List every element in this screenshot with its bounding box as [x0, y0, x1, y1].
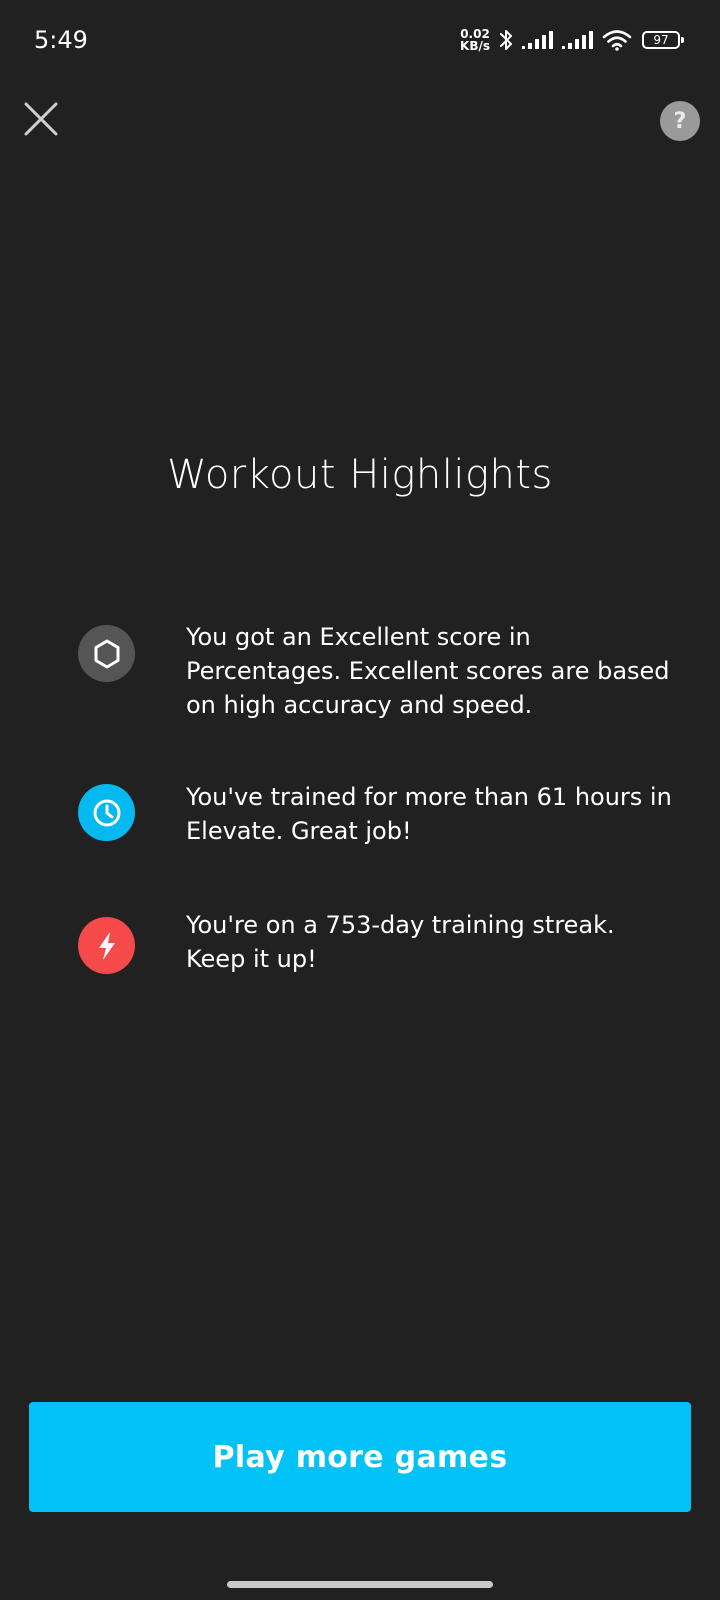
status-bar: 5:49 0.02 KB/s 97 [0, 0, 720, 80]
network-speed: 0.02 KB/s [460, 28, 490, 52]
highlight-text: You've trained for more than 61 hours in… [186, 783, 672, 845]
signal-strength-icon [522, 30, 554, 50]
battery-icon: 97 [642, 31, 684, 49]
close-icon [24, 102, 58, 140]
hexagon-icon [78, 625, 135, 682]
help-button[interactable]: ? [660, 101, 700, 141]
play-more-games-button[interactable]: Play more games [29, 1402, 691, 1512]
status-icons: 0.02 KB/s 97 [460, 24, 684, 56]
wifi-icon [602, 29, 632, 51]
workout-highlights-screen: 5:49 0.02 KB/s 97 ? Workout Highlights Y… [0, 0, 720, 1600]
bluetooth-icon [498, 27, 514, 53]
page-title: Workout Highlights [167, 452, 553, 498]
highlight-text: You got an Excellent score in Percentage… [186, 623, 670, 719]
battery-level: 97 [653, 33, 669, 47]
signal-strength-icon-2 [562, 30, 594, 50]
home-indicator[interactable] [227, 1581, 493, 1588]
network-speed-unit: KB/s [460, 39, 490, 53]
lightning-icon [78, 917, 135, 974]
close-button[interactable] [22, 102, 60, 140]
clock-icon [78, 784, 135, 841]
highlight-text: You're on a 753-day training streak. Kee… [186, 911, 615, 973]
status-time: 5:49 [34, 26, 88, 54]
help-icon: ? [673, 108, 687, 134]
